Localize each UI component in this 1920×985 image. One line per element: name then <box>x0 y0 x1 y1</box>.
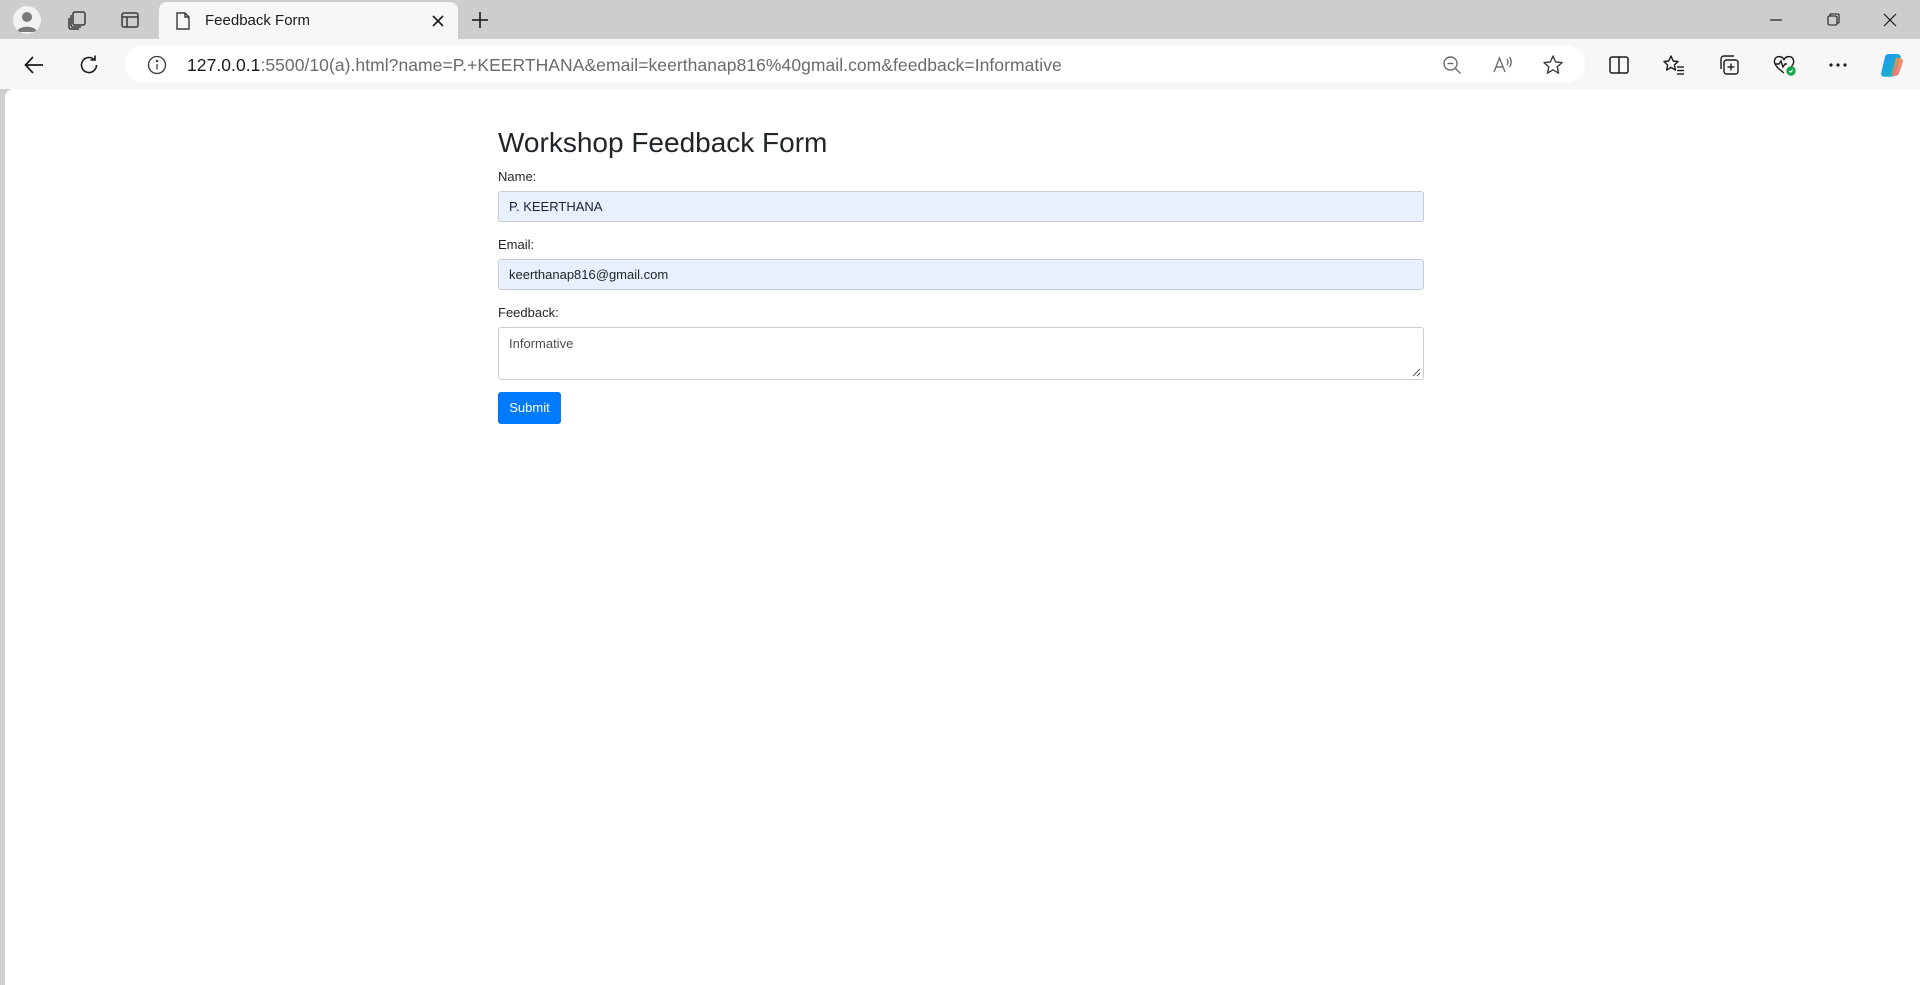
info-icon <box>147 55 167 75</box>
restore-button[interactable] <box>1805 0 1861 39</box>
tab-actions-button[interactable] <box>113 3 147 37</box>
collections-icon <box>1720 55 1739 75</box>
zoom-out-icon <box>1443 56 1461 74</box>
tab-title: Feedback Form <box>205 12 311 29</box>
address-bar[interactable]: 127.0.0.1:5500/10(a).html?name=P.+KEERTH… <box>125 45 1585 83</box>
workspaces-icon <box>68 11 86 30</box>
resize-grip-icon[interactable] <box>1412 368 1421 377</box>
minimize-icon <box>1770 18 1782 21</box>
url-path: :5500/10(a).html?name=P.+KEERTHANA&email… <box>260 55 1062 75</box>
feedback-text: Informative <box>509 335 574 351</box>
browser-essentials-button[interactable] <box>1766 47 1802 83</box>
tab-actions-icon <box>121 12 139 28</box>
email-label: Email: <box>498 236 535 252</box>
tab-strip: Feedback Form <box>0 0 1920 39</box>
copilot-button[interactable] <box>1874 47 1910 83</box>
plus-icon <box>472 12 488 28</box>
split-screen-button[interactable] <box>1601 47 1637 83</box>
feedback-form: Workshop Feedback Form Name: P. KEERTHAN… <box>498 126 1424 424</box>
favorites-button[interactable] <box>1656 47 1692 83</box>
new-tab-button[interactable] <box>463 3 497 37</box>
name-input[interactable]: P. KEERTHANA <box>498 190 1424 222</box>
refresh-button[interactable] <box>71 47 107 83</box>
restore-icon <box>1826 13 1840 26</box>
more-icon <box>1829 63 1847 67</box>
close-icon <box>432 15 444 27</box>
page-content: Workshop Feedback Form Name: P. KEERTHAN… <box>5 89 1920 985</box>
window-close-button[interactable] <box>1862 0 1918 39</box>
profile-icon <box>13 6 41 34</box>
star-icon <box>1543 55 1563 74</box>
read-aloud-icon <box>1493 56 1512 73</box>
site-info-button[interactable] <box>142 50 172 80</box>
copilot-icon <box>1881 54 1903 77</box>
refresh-icon <box>80 55 98 74</box>
page-icon <box>176 12 190 30</box>
name-label: Name: <box>498 168 537 184</box>
split-screen-icon <box>1609 56 1629 74</box>
read-aloud-button[interactable] <box>1488 50 1518 80</box>
favorite-button[interactable] <box>1538 50 1568 80</box>
more-button[interactable] <box>1820 47 1856 83</box>
back-arrow-icon <box>24 56 43 74</box>
zoom-button[interactable] <box>1437 50 1467 80</box>
browser-toolbar: 127.0.0.1:5500/10(a).html?name=P.+KEERTH… <box>0 39 1920 89</box>
heart-pulse-icon <box>1773 55 1796 76</box>
profile-button[interactable] <box>10 3 44 37</box>
tab-close-button[interactable] <box>428 11 448 31</box>
submit-button[interactable]: Submit <box>498 391 561 424</box>
collections-button[interactable] <box>1711 47 1747 83</box>
workspaces-button[interactable] <box>60 3 94 37</box>
url-text[interactable]: 127.0.0.1:5500/10(a).html?name=P.+KEERTH… <box>187 55 1062 76</box>
feedback-label: Feedback: <box>498 304 559 320</box>
close-icon <box>1883 13 1897 26</box>
favorites-icon <box>1663 55 1684 75</box>
url-host: 127.0.0.1 <box>187 55 261 75</box>
email-input[interactable]: keerthanap816@gmail.com <box>498 258 1424 290</box>
page-title: Workshop Feedback Form <box>498 127 828 158</box>
minimize-button[interactable] <box>1748 0 1804 39</box>
feedback-textarea[interactable]: Informative <box>498 326 1424 380</box>
back-button[interactable] <box>16 47 52 83</box>
active-tab[interactable]: Feedback Form <box>159 2 458 39</box>
